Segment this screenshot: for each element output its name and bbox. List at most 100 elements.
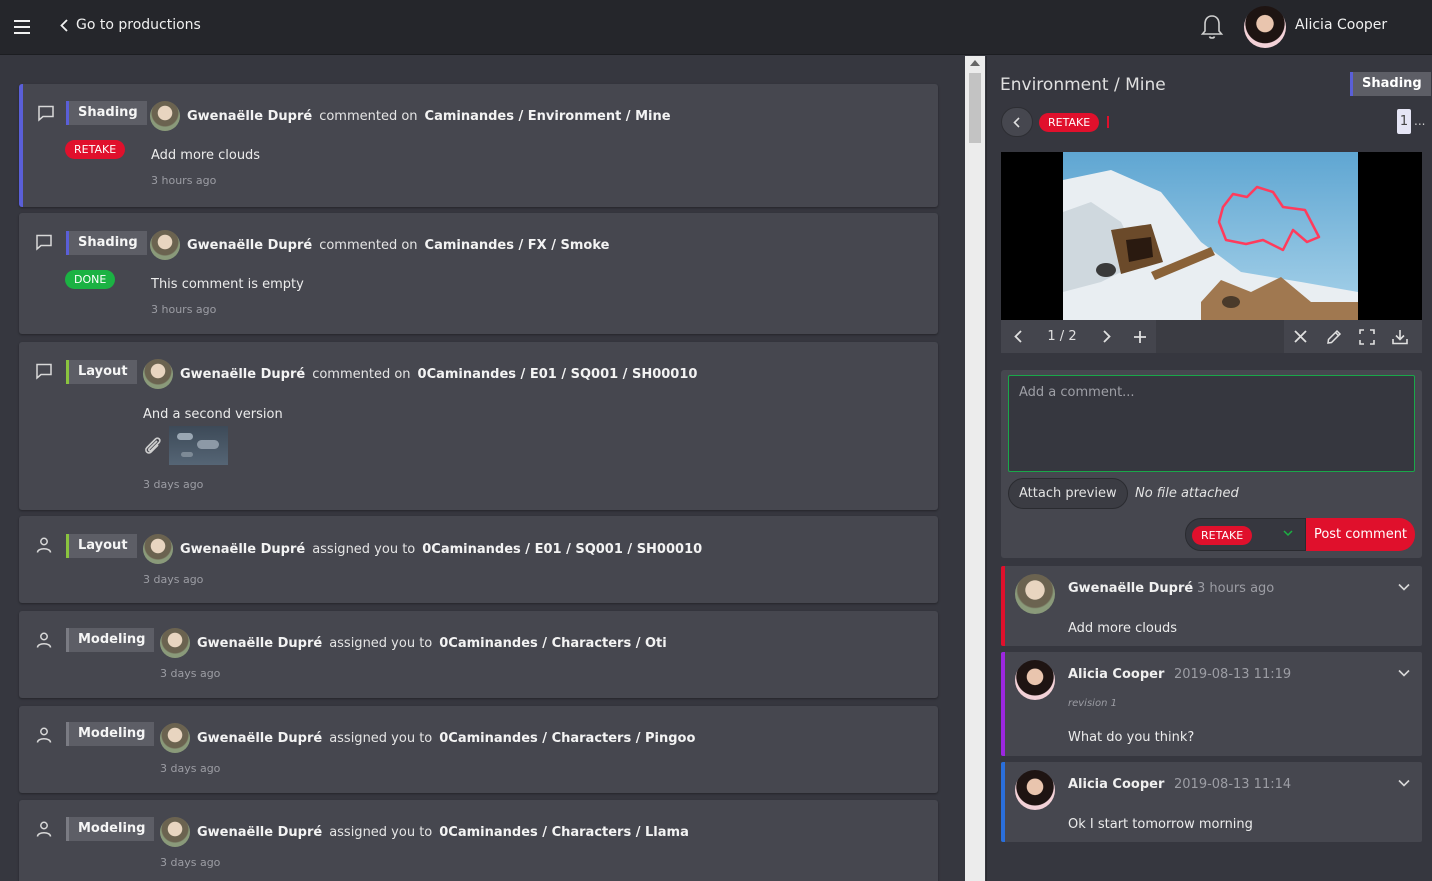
task-detail-panel: Environment / Mine Shading RETAKE 1 ...: [986, 56, 1432, 881]
next-frame-button[interactable]: [1090, 320, 1123, 353]
chevron-down-icon[interactable]: [1397, 776, 1411, 790]
plus-icon: [1133, 330, 1146, 343]
scroll-up-arrow[interactable]: [970, 60, 980, 66]
revision-label: revision 1: [1068, 698, 1117, 709]
author-name[interactable]: Gwenaëlle Dupré: [197, 636, 322, 651]
entity-link[interactable]: 0Caminandes / E01 / SQ001 / SH00010: [422, 542, 702, 557]
author-name[interactable]: Gwenaëlle Dupré: [180, 542, 305, 557]
previous-button[interactable]: [1001, 107, 1033, 137]
task-type-tag[interactable]: Shading: [1350, 72, 1431, 96]
scrollbar-thumb[interactable]: [969, 73, 981, 143]
author-name[interactable]: Gwenaëlle Dupré: [187, 238, 312, 253]
feed-scrollbar[interactable]: [965, 56, 985, 881]
comment-author[interactable]: Alicia Cooper: [1068, 667, 1164, 682]
entity-link[interactable]: 0Caminandes / E01 / SQ001 / SH00010: [418, 367, 698, 382]
no-file-label: No file attached: [1135, 486, 1239, 501]
author-avatar: [143, 359, 173, 389]
author-name[interactable]: Gwenaëlle Dupré: [187, 109, 312, 124]
attachment-thumbnail[interactable]: [169, 426, 228, 465]
comment-text: What do you think?: [1068, 730, 1195, 745]
author-avatar: [150, 101, 180, 131]
user-name[interactable]: Alicia Cooper: [1295, 17, 1387, 33]
comment-author[interactable]: Gwenaëlle Dupré: [1068, 581, 1193, 596]
feed-item[interactable]: Modeling Gwenaëlle Dupré assigned you to…: [19, 611, 938, 698]
revision-more[interactable]: ...: [1414, 114, 1425, 128]
chevron-down-icon: [1283, 530, 1293, 537]
timestamp: 3 days ago: [143, 573, 204, 586]
post-comment-button[interactable]: Post comment: [1306, 518, 1415, 551]
feed-item[interactable]: Modeling Gwenaëlle Dupré assigned you to…: [19, 706, 938, 793]
feed-headline: Gwenaëlle Dupré commented on Caminandes …: [150, 101, 671, 131]
preview-image[interactable]: [1001, 152, 1422, 320]
chevron-down-icon[interactable]: [1397, 666, 1411, 680]
back-label: Go to productions: [76, 17, 201, 33]
delete-preview-button[interactable]: [1284, 320, 1317, 353]
author-name[interactable]: Gwenaëlle Dupré: [197, 825, 322, 840]
timestamp: 3 hours ago: [151, 174, 217, 187]
user-icon: [36, 632, 52, 648]
feed-item[interactable]: Modeling Gwenaëlle Dupré assigned you to…: [19, 800, 938, 881]
entity-link[interactable]: 0Caminandes / Characters / Pingoo: [439, 731, 695, 746]
menu-icon[interactable]: [14, 20, 30, 34]
previous-frame-button[interactable]: [1001, 320, 1034, 353]
new-comment-box: Attach preview No file attached RETAKE P…: [1001, 370, 1422, 558]
frame-counter: 1 / 2: [1047, 329, 1077, 344]
comment-text: Add more clouds: [1068, 621, 1178, 636]
author-name[interactable]: Gwenaëlle Dupré: [180, 367, 305, 382]
feed-headline: Gwenaëlle Dupré assigned you to 0Caminan…: [160, 817, 689, 847]
task-type-tag[interactable]: Modeling: [66, 722, 155, 746]
comment-icon: [36, 363, 52, 380]
task-title: Environment / Mine: [1000, 75, 1166, 95]
entity-link[interactable]: 0Caminandes / Characters / Llama: [439, 825, 689, 840]
status-select[interactable]: RETAKE: [1185, 518, 1306, 551]
feed-item[interactable]: Shading RETAKE Gwenaëlle Dupré commented…: [19, 84, 938, 207]
status-badge: RETAKE: [65, 140, 126, 159]
revision-count[interactable]: 1: [1397, 109, 1411, 134]
feed-item[interactable]: Shading DONE Gwenaëlle Dupré commented o…: [19, 213, 938, 334]
author-avatar: [160, 817, 190, 847]
comment-author[interactable]: Alicia Cooper: [1068, 777, 1164, 792]
fullscreen-button[interactable]: [1350, 320, 1383, 353]
timestamp: 3 days ago: [160, 856, 221, 869]
close-icon: [1294, 330, 1307, 343]
player-bar-spacer: [1156, 320, 1284, 353]
task-type-tag[interactable]: Layout: [66, 360, 137, 384]
task-type-tag[interactable]: Shading: [66, 101, 147, 125]
annotate-button[interactable]: [1317, 320, 1350, 353]
author-avatar: [160, 723, 190, 753]
comment-icon: [38, 105, 54, 122]
chevron-down-icon[interactable]: [1397, 580, 1411, 594]
entity-link[interactable]: 0Caminandes / Characters / Oti: [439, 636, 666, 651]
user-icon: [36, 537, 52, 553]
chevron-left-icon: [1013, 330, 1022, 343]
comment-text: And a second version: [143, 407, 283, 422]
action-verb: assigned you to: [312, 541, 416, 557]
go-to-productions-link[interactable]: Go to productions: [60, 17, 201, 33]
feed-item[interactable]: Layout Gwenaëlle Dupré assigned you to 0…: [19, 516, 938, 603]
entity-link[interactable]: Caminandes / FX / Smoke: [425, 238, 610, 253]
comment-text: Add more clouds: [151, 148, 261, 163]
comment-input[interactable]: [1008, 375, 1415, 472]
task-type-tag[interactable]: Layout: [66, 534, 137, 558]
user-avatar[interactable]: [1244, 6, 1286, 48]
status-badge: RETAKE: [1039, 112, 1100, 132]
comment-thread-item: Gwenaëlle Dupré 3 hours ago Add more clo…: [1001, 566, 1422, 646]
entity-link[interactable]: Caminandes / Environment / Mine: [425, 109, 671, 124]
download-button[interactable]: [1383, 320, 1416, 353]
author-name[interactable]: Gwenaëlle Dupré: [197, 731, 322, 746]
task-type-tag[interactable]: Shading: [66, 231, 147, 255]
notification-bell-icon[interactable]: [1199, 13, 1225, 41]
paperclip-icon: [145, 437, 161, 454]
task-type-tag[interactable]: Modeling: [66, 628, 155, 652]
chevron-left-icon: [60, 18, 68, 32]
timestamp: 3 hours ago: [151, 303, 217, 316]
feed-headline: Gwenaëlle Dupré assigned you to 0Caminan…: [160, 723, 695, 753]
action-verb: commented on: [319, 108, 418, 124]
action-verb: commented on: [312, 366, 411, 382]
pencil-icon: [1326, 329, 1341, 344]
feed-item[interactable]: Layout Gwenaëlle Dupré commented on 0Cam…: [19, 342, 938, 510]
attach-preview-button[interactable]: Attach preview: [1008, 478, 1128, 509]
revision-navigation: RETAKE: [1001, 107, 1110, 137]
task-type-tag[interactable]: Modeling: [66, 817, 155, 841]
add-preview-button[interactable]: [1123, 320, 1156, 353]
